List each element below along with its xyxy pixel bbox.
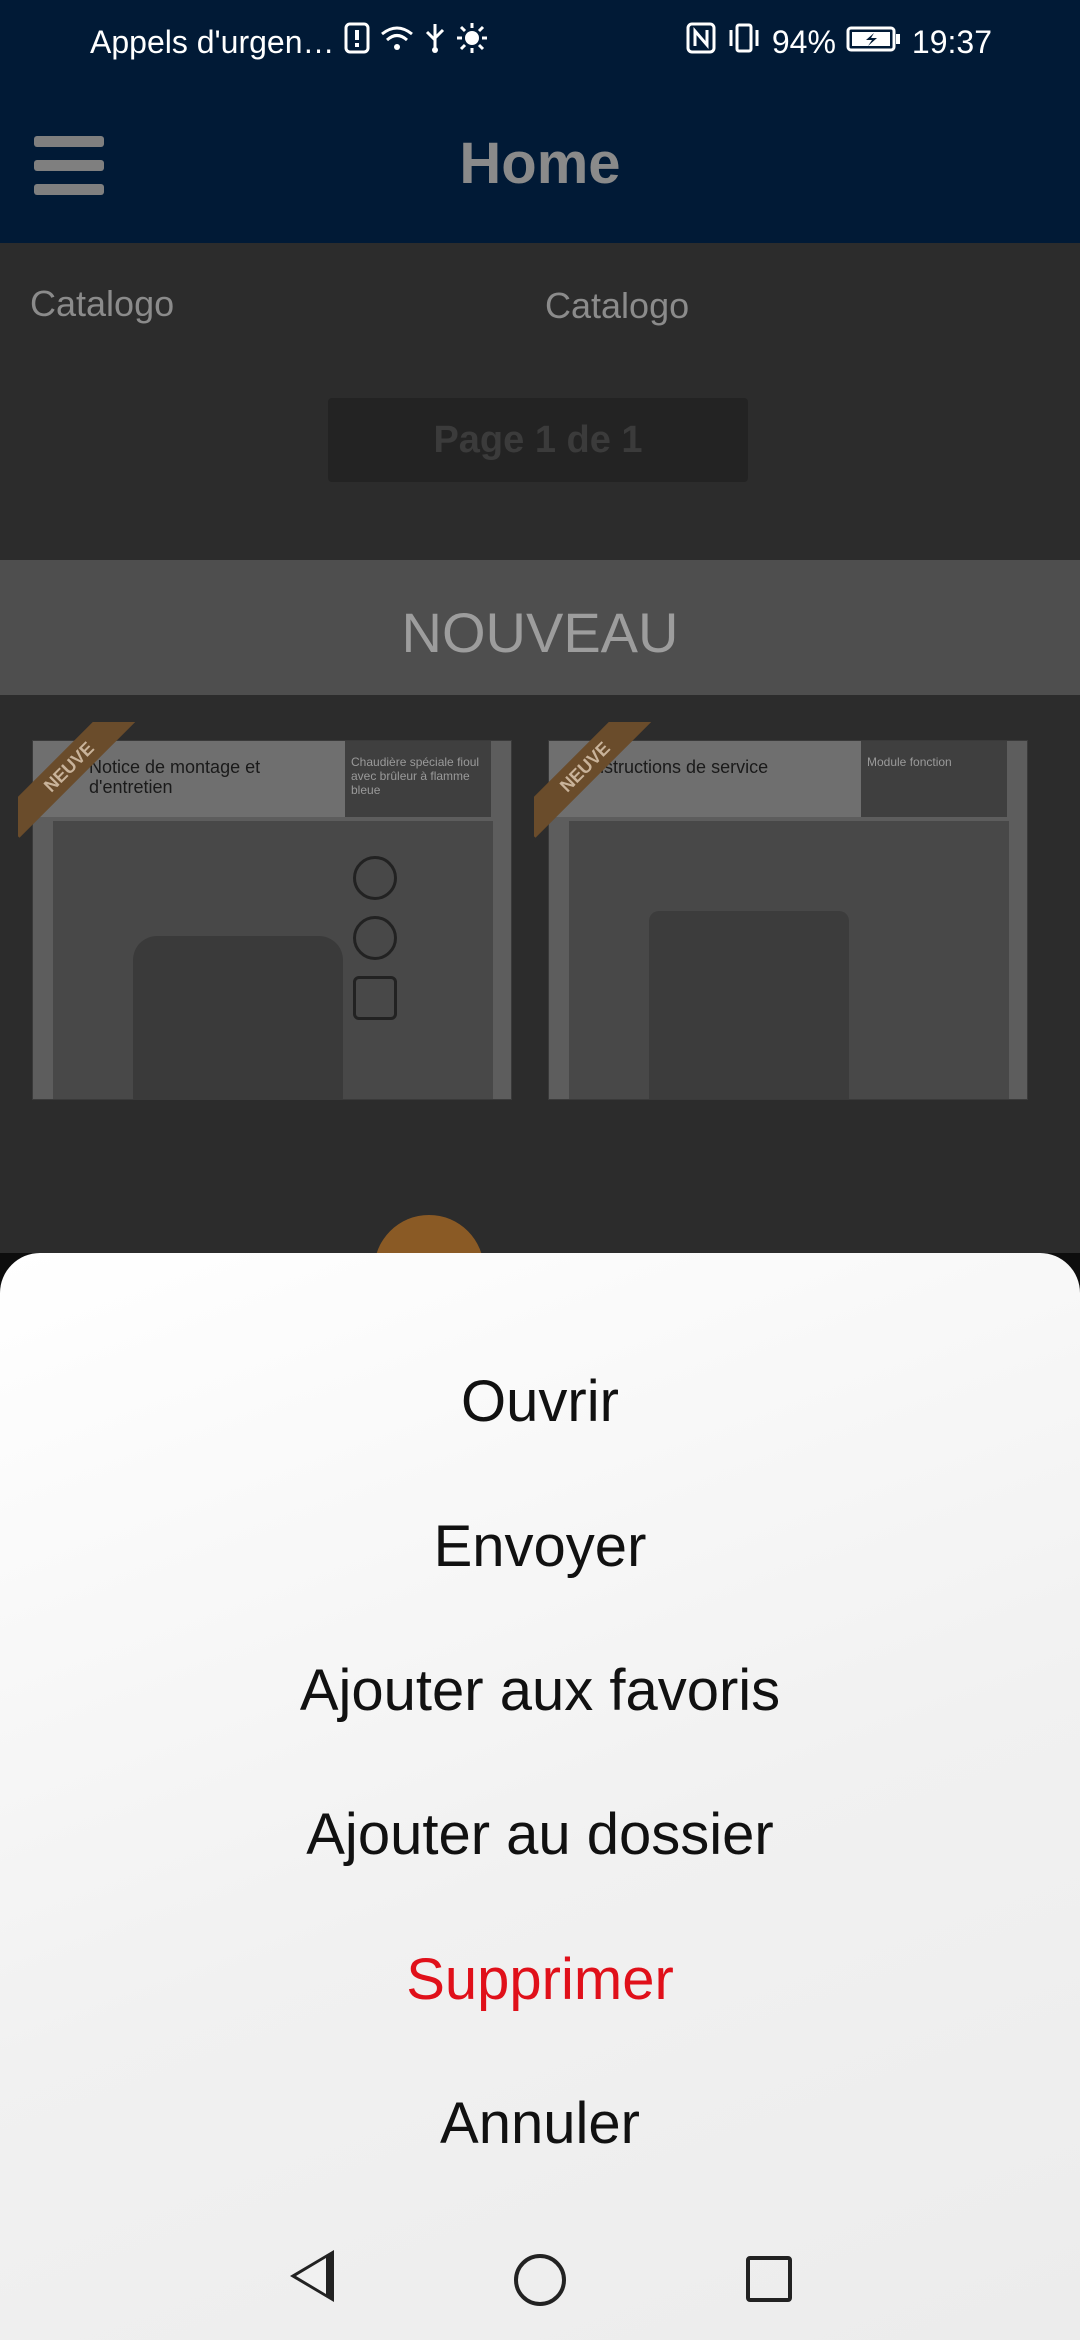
add-to-folder-button[interactable]: Ajouter au dossier (0, 1801, 1080, 1868)
open-button[interactable]: Ouvrir (0, 1368, 1080, 1435)
page-indicator-button[interactable]: Page 1 de 1 (328, 398, 748, 482)
action-sheet: Ouvrir Envoyer Ajouter aux favoris Ajout… (0, 1253, 1080, 2340)
certification-mark-icon (353, 856, 397, 900)
new-ribbon: NEUVE (18, 722, 138, 842)
vibrate-icon (726, 22, 762, 62)
card-cover-image (569, 821, 1009, 1099)
battery-charging-icon (846, 24, 902, 61)
brightness-icon (456, 22, 488, 62)
back-triangle-icon[interactable] (290, 2250, 334, 2302)
home-circle-icon[interactable] (514, 2254, 566, 2306)
recents-square-icon[interactable] (746, 2256, 792, 2302)
app-bar: Home (0, 80, 1080, 243)
section-title: NOUVEAU (401, 601, 679, 664)
status-left: Appels d'urgen… (90, 22, 488, 62)
delete-button[interactable]: Supprimer (0, 1946, 1080, 2013)
usb-icon (424, 22, 446, 62)
battery-percent: 94% (771, 23, 836, 60)
card-header-subtitle: Chaudière spéciale fioul avec brûleur à … (345, 741, 491, 817)
cancel-button[interactable]: Annuler (0, 2090, 1080, 2157)
card-cover-image (53, 821, 493, 1099)
alert-icon (344, 22, 370, 62)
section-header: NOUVEAU (0, 560, 1080, 695)
certification-mark-icon (353, 916, 397, 960)
card-header-subtitle: Module fonction (861, 741, 1007, 817)
catalog-label-left[interactable]: Catalogo (30, 283, 174, 325)
module-image (649, 911, 849, 1099)
burner-image (133, 936, 343, 1099)
new-ribbon: NEUVE (534, 722, 654, 842)
add-to-favorites-button[interactable]: Ajouter aux favoris (0, 1657, 1080, 1724)
clock: 19:37 (911, 23, 992, 60)
wifi-icon (380, 24, 414, 61)
status-bar: Appels d'urgen… 94% 19:37 (0, 0, 1080, 80)
certification-mark-icon (353, 976, 397, 1020)
page-title: Home (459, 131, 621, 196)
carrier-text: Appels d'urgen… (90, 23, 335, 60)
catalog-label-center: Catalogo (545, 285, 690, 326)
status-right: 94% 19:37 (686, 22, 992, 62)
nfc-icon (686, 22, 716, 62)
send-button[interactable]: Envoyer (0, 1513, 1080, 1580)
